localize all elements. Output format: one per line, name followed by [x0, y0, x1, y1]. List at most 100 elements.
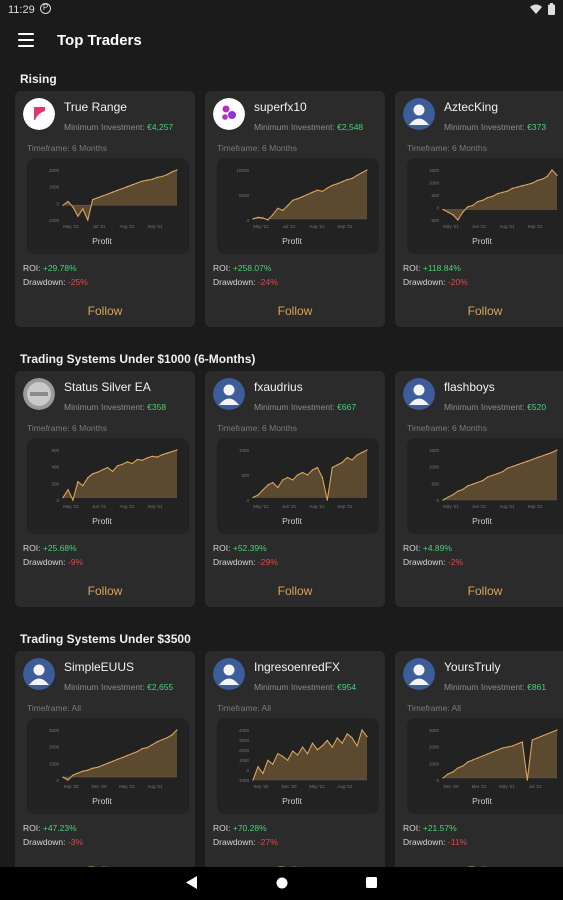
data-point	[126, 754, 128, 757]
trader-card[interactable]: SimpleEUUS Minimum Investment: €2,655 Time…	[15, 651, 195, 867]
data-point	[82, 208, 84, 210]
drawdown-value: -27%	[257, 837, 278, 847]
chart-caption: Profit	[92, 516, 112, 526]
data-point	[62, 204, 64, 206]
drawdown-value: -3%	[67, 837, 84, 847]
trader-card[interactable]: True Range Minimum Investment: €4,257 Time…	[15, 91, 195, 327]
trader-card[interactable]: Status Silver EA Minimum Investment: €358…	[15, 371, 195, 607]
data-point	[541, 178, 543, 180]
data-point	[141, 459, 143, 461]
min-investment-label: Minimum Investment:	[444, 402, 525, 412]
follow-button[interactable]: Follow	[395, 295, 563, 327]
drawdown-label: Drawdown:	[403, 557, 446, 567]
follow-button[interactable]: Follow	[15, 855, 195, 867]
timeframe-label: Timeframe: All	[407, 703, 462, 713]
data-point	[302, 746, 304, 748]
min-investment-value: €954	[337, 682, 357, 692]
data-point	[141, 748, 143, 750]
x-tick-label: Aug '21	[147, 784, 163, 789]
trader-card[interactable]: YoursTruly Minimum Investment: €861 Timefr…	[395, 651, 563, 867]
drawdown-stat: Drawdown: -25%	[23, 277, 88, 287]
x-tick-label: Sep '21	[527, 504, 543, 509]
follow-button[interactable]: Follow	[205, 295, 385, 327]
trader-card[interactable]: IngresoenredFX Minimum Investment: €954 Ti…	[205, 651, 385, 867]
data-point	[341, 181, 343, 183]
home-icon[interactable]	[276, 877, 288, 889]
data-point	[77, 772, 79, 774]
hamburger-menu-icon[interactable]	[18, 33, 34, 47]
data-point	[546, 176, 548, 178]
avatar	[23, 378, 55, 410]
data-point	[496, 749, 499, 751]
x-tick-label: Jul '21	[529, 784, 542, 789]
follow-button[interactable]: Follow	[205, 855, 385, 867]
drawdown-stat: Drawdown: -20%	[403, 277, 468, 287]
drawdown-label: Drawdown:	[403, 277, 446, 287]
drawdown-value: -11%	[447, 837, 468, 847]
x-tick-label: May '21	[63, 224, 79, 229]
roi-value: +29.78%	[42, 263, 77, 273]
min-investment: Minimum Investment: €667	[254, 402, 356, 412]
drawdown-label: Drawdown:	[213, 557, 256, 567]
follow-button[interactable]: Follow	[395, 575, 563, 607]
card-row-under-1000[interactable]: Status Silver EA Minimum Investment: €358…	[15, 371, 563, 607]
drawdown-label: Drawdown:	[23, 557, 66, 567]
data-point	[72, 499, 74, 501]
y-tick-label: 3000	[49, 728, 60, 733]
data-point	[336, 464, 338, 466]
trader-card[interactable]: AztecKing Minimum Investment: €373 Timefra…	[395, 91, 563, 327]
y-tick-label: 0	[436, 498, 439, 503]
y-tick-label: 1000	[49, 185, 60, 190]
data-point	[487, 197, 489, 199]
follow-button[interactable]: Follow	[395, 855, 563, 867]
roi-value: +118.84%	[422, 263, 461, 273]
card-row-under-3500[interactable]: SimpleEUUS Minimum Investment: €2,655 Time…	[15, 651, 563, 867]
x-tick-label: Jun '21	[92, 504, 107, 509]
roi-label: ROI:	[23, 263, 41, 273]
data-point	[526, 779, 528, 781]
data-point	[341, 742, 343, 744]
y-tick-label: 1000	[49, 761, 60, 766]
data-point	[267, 219, 269, 221]
drawdown-value: -24%	[257, 277, 278, 287]
y-tick-label: 500	[431, 193, 439, 198]
battery-icon	[548, 3, 555, 15]
data-point	[487, 753, 489, 755]
drawdown-value: -9%	[67, 557, 84, 567]
profit-area	[443, 170, 557, 220]
follow-button[interactable]: Follow	[15, 295, 195, 327]
trader-name: AztecKing	[444, 100, 499, 114]
trader-card[interactable]: superfx10 Minimum Investment: €2,548 Timef…	[205, 91, 385, 327]
min-investment: Minimum Investment: €4,257	[64, 122, 173, 132]
min-investment-label: Minimum Investment:	[444, 122, 525, 132]
back-icon[interactable]	[186, 876, 197, 889]
data-point	[92, 767, 94, 769]
follow-button[interactable]: Follow	[205, 575, 385, 607]
recents-icon[interactable]	[366, 877, 377, 888]
data-point	[457, 767, 459, 769]
min-investment-label: Minimum Investment:	[254, 402, 335, 412]
trader-card[interactable]: flashboys Minimum Investment: €520 Timefra…	[395, 371, 563, 607]
drawdown-value: -29%	[257, 557, 278, 567]
x-tick-label: Sep '21	[527, 224, 543, 229]
card-row-rising[interactable]: True Range Minimum Investment: €4,257 Time…	[15, 91, 563, 327]
drawdown-stat: Drawdown: -29%	[213, 557, 278, 567]
avatar	[23, 658, 55, 690]
data-point	[277, 753, 279, 755]
data-point	[321, 476, 323, 479]
trader-card[interactable]: fxaudrius Minimum Investment: €667 Timefra…	[205, 371, 385, 607]
data-point	[467, 485, 469, 487]
follow-button[interactable]: Follow	[15, 575, 195, 607]
data-point	[351, 177, 353, 180]
x-tick-label: Dec '20	[281, 784, 297, 789]
data-point	[516, 186, 518, 188]
data-point	[171, 734, 173, 736]
data-point	[306, 193, 309, 196]
data-point	[496, 193, 499, 195]
avatar	[213, 658, 245, 690]
data-point	[442, 208, 444, 211]
data-point	[331, 184, 333, 186]
x-tick-label: Aug '21	[337, 784, 353, 789]
data-point	[487, 476, 489, 478]
x-tick-label: Dec '20	[91, 784, 107, 789]
